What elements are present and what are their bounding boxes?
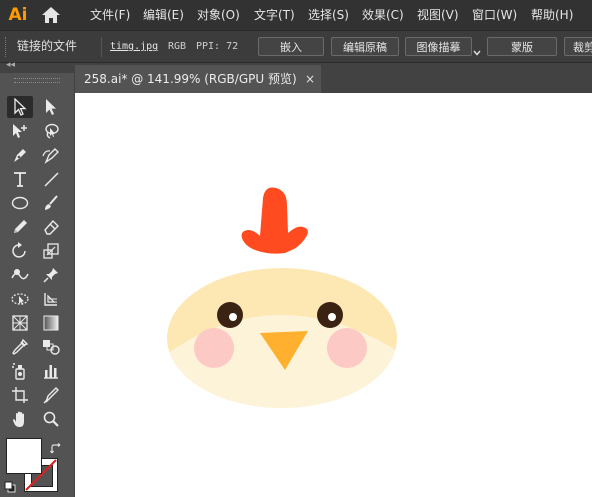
scale-icon[interactable] bbox=[38, 240, 64, 262]
graph-icon[interactable] bbox=[38, 360, 64, 382]
menu-select[interactable]: 选择(S) bbox=[308, 0, 349, 30]
document-tab-title: 258.ai* @ 141.99% (RGB/GPU 预览) bbox=[84, 72, 297, 86]
default-colors-icon[interactable] bbox=[4, 478, 16, 497]
eraser-icon[interactable] bbox=[38, 216, 64, 238]
menu-effect[interactable]: 效果(C) bbox=[362, 0, 404, 30]
chick-artwork[interactable] bbox=[75, 93, 592, 497]
edit-original-button[interactable]: 编辑原稿 bbox=[331, 37, 399, 56]
menu-bar: Ai 文件(F) 编辑(E) 对象(O) 文字(T) 选择(S) 效果(C) 视… bbox=[0, 0, 592, 31]
swap-colors-icon[interactable] bbox=[50, 440, 62, 459]
menu-file[interactable]: 文件(F) bbox=[90, 0, 130, 30]
chick-comb bbox=[241, 187, 308, 254]
pencil-icon[interactable] bbox=[7, 216, 33, 238]
home-icon[interactable] bbox=[40, 5, 62, 25]
free-transform-icon[interactable] bbox=[7, 288, 33, 310]
blend-icon[interactable] bbox=[38, 336, 64, 358]
rotate-icon[interactable] bbox=[7, 240, 33, 262]
document-tab[interactable]: 258.ai* @ 141.99% (RGB/GPU 预览) × bbox=[75, 65, 321, 93]
lasso-icon[interactable] bbox=[38, 120, 64, 142]
close-icon[interactable]: × bbox=[305, 65, 315, 93]
menu-help[interactable]: 帮助(H) bbox=[531, 0, 573, 30]
control-bar-grip[interactable] bbox=[5, 37, 9, 57]
left-cheek bbox=[194, 328, 234, 368]
linked-file-name[interactable]: timg.jpg bbox=[110, 31, 158, 62]
white-arrow-icon[interactable] bbox=[38, 96, 64, 118]
artboard-icon[interactable] bbox=[7, 384, 33, 406]
color-mode-label: RGB bbox=[168, 41, 187, 52]
menu-object[interactable]: 对象(O) bbox=[197, 0, 240, 30]
tools-panel-grip[interactable] bbox=[14, 78, 60, 83]
type-icon[interactable] bbox=[7, 168, 33, 190]
right-cheek bbox=[327, 328, 367, 368]
warp-icon[interactable] bbox=[7, 264, 33, 286]
ellipse-icon[interactable] bbox=[7, 192, 33, 214]
document-tab-bar: 258.ai* @ 141.99% (RGB/GPU 预览) × bbox=[75, 63, 592, 93]
pin-icon[interactable] bbox=[38, 264, 64, 286]
zoom-icon[interactable] bbox=[38, 408, 64, 430]
linked-file-label: 链接的文件 bbox=[17, 39, 78, 53]
app-logo: Ai bbox=[8, 5, 28, 25]
grid-icon[interactable] bbox=[7, 312, 33, 334]
shape-builder-icon[interactable] bbox=[38, 288, 64, 310]
tools-panel: ◂◂ bbox=[0, 60, 75, 497]
image-trace-button[interactable]: 图像描摹 bbox=[405, 37, 472, 56]
mask-button[interactable]: 蒙版 bbox=[487, 37, 557, 56]
curvature-icon[interactable] bbox=[38, 144, 64, 166]
slice-icon[interactable] bbox=[38, 384, 64, 406]
fill-swatch[interactable] bbox=[6, 438, 42, 474]
hand-icon[interactable] bbox=[7, 408, 33, 430]
brush-icon[interactable] bbox=[38, 192, 64, 214]
menu-view[interactable]: 视图(V) bbox=[417, 0, 459, 30]
pen-icon[interactable] bbox=[7, 144, 33, 166]
sprayer-icon[interactable] bbox=[7, 360, 33, 382]
ppi-label: PPI: 72 bbox=[196, 41, 239, 52]
collapse-icon[interactable]: ◂◂ bbox=[6, 60, 15, 70]
control-bar-divider bbox=[101, 37, 102, 57]
gradient-icon[interactable] bbox=[38, 312, 64, 334]
line-icon[interactable] bbox=[38, 168, 64, 190]
menu-type[interactable]: 文字(T) bbox=[254, 0, 295, 30]
control-bar: 链接的文件 timg.jpg RGB PPI: 72 嵌入 编辑原稿 图像描摹 … bbox=[0, 31, 592, 63]
tools-panel-header: ◂◂ bbox=[0, 60, 74, 73]
arrow-icon[interactable] bbox=[7, 96, 33, 118]
crop-button[interactable]: 裁剪 bbox=[564, 37, 592, 56]
chevron-down-icon[interactable] bbox=[473, 42, 481, 56]
menu-edit[interactable]: 编辑(E) bbox=[143, 0, 184, 30]
artboard-canvas[interactable] bbox=[75, 93, 592, 497]
plus-arrow-icon[interactable] bbox=[7, 120, 33, 142]
eyedropper-icon[interactable] bbox=[7, 336, 33, 358]
menu-window[interactable]: 窗口(W) bbox=[472, 0, 517, 30]
embed-button[interactable]: 嵌入 bbox=[258, 37, 324, 56]
